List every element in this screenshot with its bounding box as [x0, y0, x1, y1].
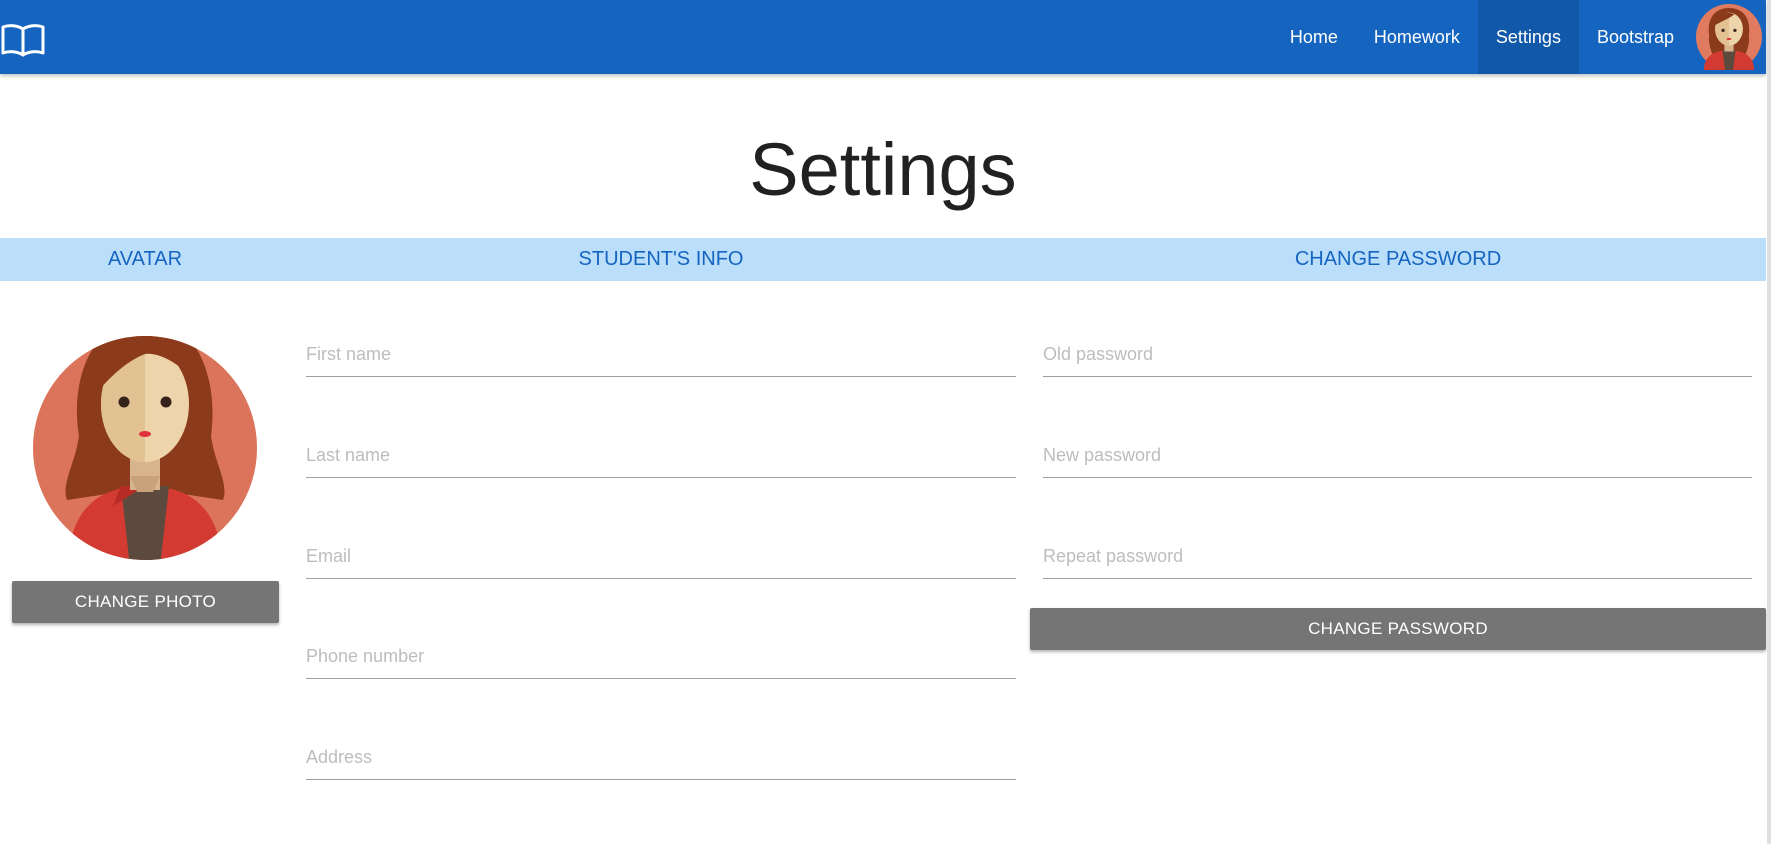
- nav-links: Home Homework Settings Bootstrap: [1272, 0, 1766, 74]
- page-title: Settings: [749, 128, 1017, 211]
- user-avatar[interactable]: [1692, 0, 1766, 74]
- vertical-scrollbar[interactable]: [1767, 0, 1771, 844]
- top-navbar: Home Homework Settings Bootstrap: [0, 0, 1766, 74]
- phone-number-field[interactable]: [306, 635, 1016, 679]
- open-book-icon[interactable]: [0, 23, 46, 57]
- nav-homework[interactable]: Homework: [1356, 0, 1478, 74]
- new-password-field[interactable]: [1043, 434, 1752, 478]
- old-password-field[interactable]: [1043, 333, 1752, 377]
- woman-avatar-illustration: [33, 336, 257, 560]
- student-info-section-title: STUDENT'S INFO: [578, 248, 744, 270]
- nav-home[interactable]: Home: [1272, 0, 1356, 74]
- nav-bootstrap[interactable]: Bootstrap: [1579, 0, 1692, 74]
- first-name-field[interactable]: [306, 333, 1016, 377]
- avatar-section-title: AVATAR: [107, 248, 183, 270]
- change-photo-button[interactable]: CHANGE PHOTO: [12, 581, 279, 623]
- repeat-password-field[interactable]: [1043, 535, 1752, 579]
- address-field[interactable]: [306, 736, 1016, 780]
- nav-settings[interactable]: Settings: [1477, 0, 1579, 74]
- email-field[interactable]: [306, 535, 1016, 579]
- change-password-section-title: CHANGE PASSWORD: [1294, 248, 1502, 270]
- last-name-field[interactable]: [306, 434, 1016, 478]
- change-password-button[interactable]: CHANGE PASSWORD: [1030, 608, 1766, 650]
- section-header-bar: AVATAR STUDENT'S INFO CHANGE PASSWORD: [0, 238, 1766, 281]
